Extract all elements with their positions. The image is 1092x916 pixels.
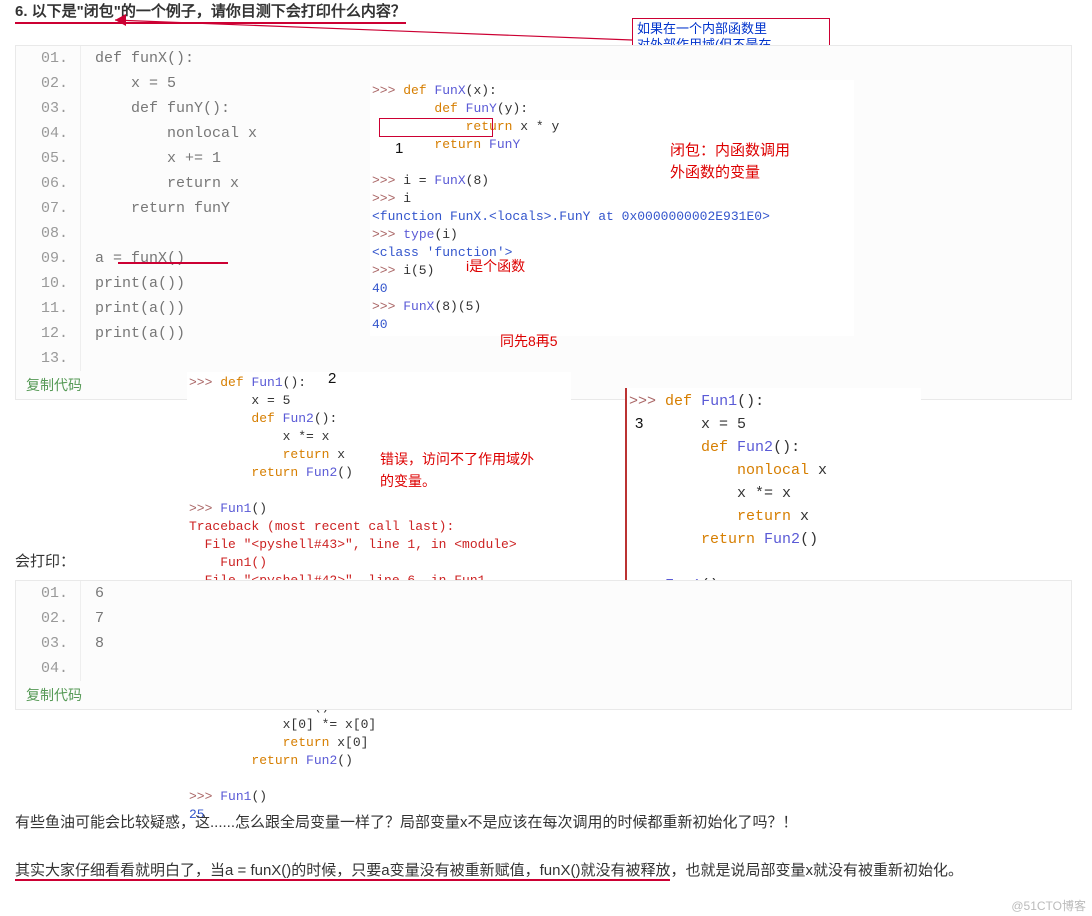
explain-para-2-underlined: 其实大家仔细看看就明白了，当a = funX()的时候，只要a变量没有被重新赋值… (15, 862, 670, 881)
explain-para-2-rest: ，也就是说局部变量x就没有被重新初始化。 (670, 862, 963, 879)
label-2: 2 (328, 370, 336, 387)
label-3: 3 (635, 415, 643, 432)
anno-closure-call: 闭包：内函数调用外函数的变量 (670, 140, 790, 184)
copy-code-button-2[interactable]: 复制代码 (16, 681, 1071, 709)
code-panel-2: 01.602.703.804. 复制代码 (15, 580, 1072, 710)
explain-para-1: 有些鱼油可能会比较疑惑，这......怎么跟全局变量一样了？局部变量x不是应该在… (15, 810, 1070, 836)
will-print-label: 会打印： (15, 550, 75, 571)
question-title: 6. 以下是"闭包"的一个例子，请你目测下会打印什么内容？ (15, 0, 406, 24)
watermark: @51CTO博客 (1011, 897, 1086, 914)
anno-scope-error: 错误，访问不了作用域外的变量。 (380, 448, 534, 492)
underline-return-funy (118, 262, 228, 264)
anno-first8then5: 同先8再5 (500, 330, 558, 352)
highlight-box-1 (379, 118, 493, 137)
anno-i-is-function: i是个函数 (466, 255, 525, 277)
label-1: 1 (395, 140, 403, 157)
explain-para-2: 其实大家仔细看看就明白了，当a = funX()的时候，只要a变量没有被重新赋值… (15, 858, 1075, 884)
